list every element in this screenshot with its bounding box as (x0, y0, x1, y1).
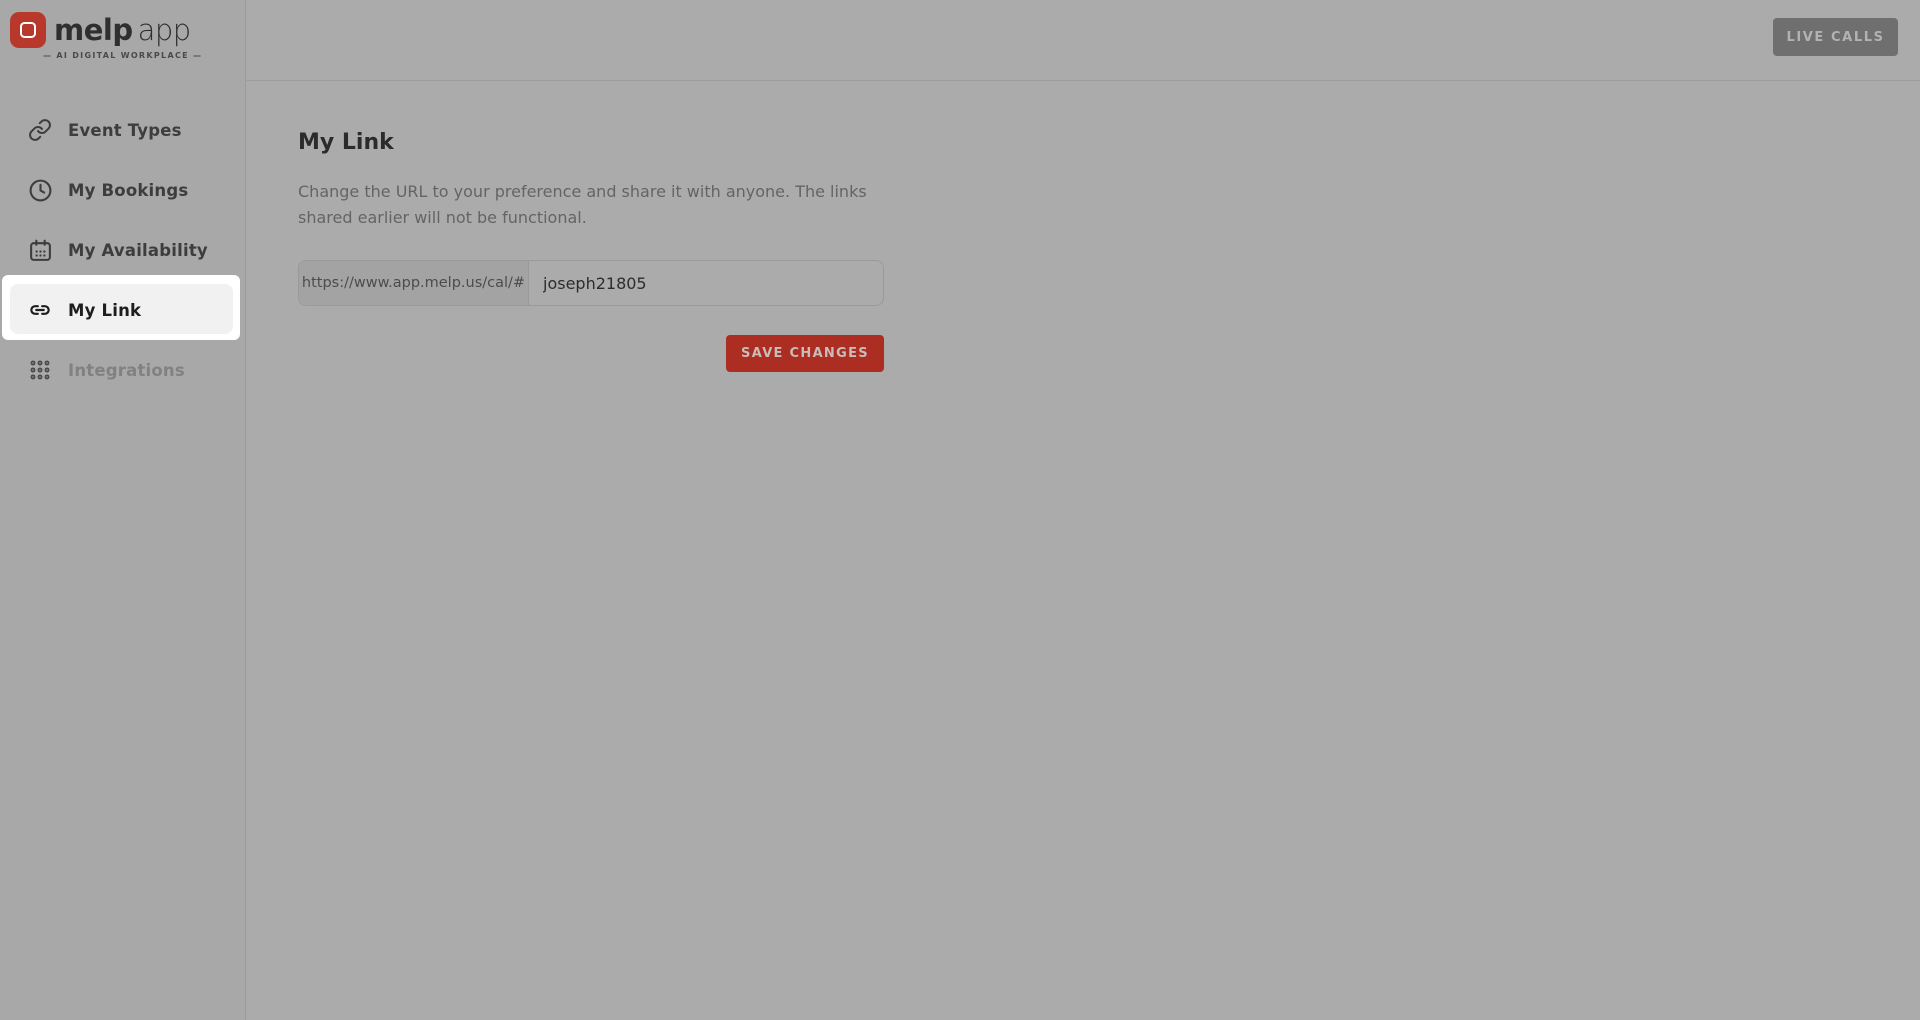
clock-icon (27, 177, 53, 203)
melp-logo-icon (10, 12, 46, 48)
grid-dots-icon (27, 357, 53, 383)
url-slug-input[interactable] (529, 261, 883, 305)
logo-text-bold: melp (54, 13, 133, 47)
page-title: My Link (298, 130, 1920, 155)
sidebar-item-my-link[interactable]: My Link (0, 280, 245, 340)
save-changes-button[interactable]: SAVE CHANGES (726, 335, 884, 372)
calendar-icon (27, 237, 53, 263)
sidebar-item-label: My Link (68, 301, 141, 320)
sidebar-item-label: My Bookings (68, 181, 188, 200)
logo-tagline: — AI DIGITAL WORKPLACE — (43, 51, 245, 60)
chain-link-icon (27, 117, 53, 143)
sidebar-item-my-availability[interactable]: My Availability (0, 220, 245, 280)
sidebar: melpapp — AI DIGITAL WORKPLACE — Event T… (0, 0, 246, 1020)
main-area: LIVE CALLS My Link Change the URL to you… (246, 0, 1920, 1020)
sidebar-nav: Event Types My Bookings (0, 100, 245, 400)
live-calls-button[interactable]: LIVE CALLS (1773, 18, 1898, 56)
logo-text-light: app (138, 13, 191, 47)
sidebar-item-label: Event Types (68, 121, 182, 140)
top-header: LIVE CALLS (246, 0, 1920, 81)
logo: melpapp — AI DIGITAL WORKPLACE — (0, 0, 245, 60)
sidebar-item-event-types[interactable]: Event Types (0, 100, 245, 160)
logo-text: melpapp (54, 13, 191, 47)
my-link-panel: My Link Change the URL to your preferenc… (246, 81, 1920, 372)
app-screen: melpapp — AI DIGITAL WORKPLACE — Event T… (0, 0, 1920, 1020)
page-description: Change the URL to your preference and sh… (298, 179, 918, 231)
sidebar-item-my-bookings[interactable]: My Bookings (0, 160, 245, 220)
url-prefix-label: https://www.app.melp.us/cal/# (299, 261, 529, 305)
sidebar-item-label: Integrations (68, 361, 185, 380)
url-field-group: https://www.app.melp.us/cal/# (298, 260, 884, 306)
sidebar-item-label: My Availability (68, 241, 208, 260)
actions-row: SAVE CHANGES (298, 335, 884, 372)
link-icon (27, 297, 53, 323)
sidebar-item-integrations[interactable]: Integrations (0, 340, 245, 400)
